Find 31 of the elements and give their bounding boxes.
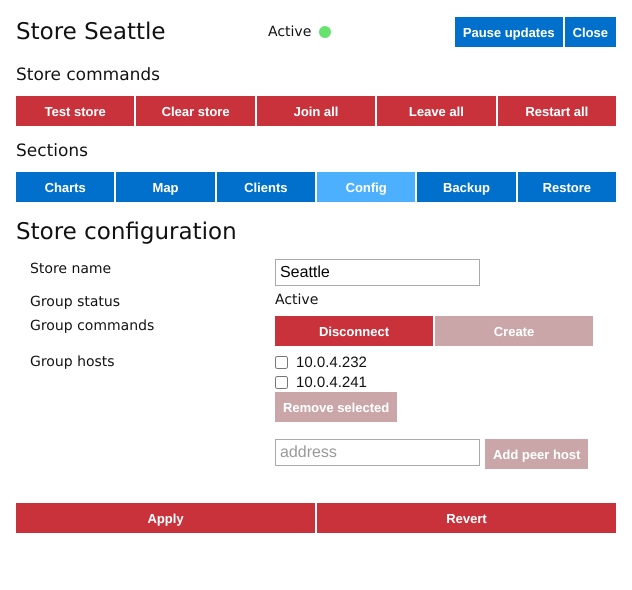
section-tab[interactable]: Clients — [216, 172, 315, 202]
command-button[interactable]: Leave all — [377, 96, 496, 126]
command-button[interactable]: Test store — [16, 96, 134, 126]
field-label: Group commands — [30, 317, 156, 336]
status-text: Active — [268, 24, 312, 40]
section-heading: Sections — [16, 140, 90, 163]
section-tab[interactable]: Backup — [417, 172, 516, 202]
host-checkbox[interactable] — [275, 376, 288, 388]
command-button[interactable]: Join all — [256, 96, 376, 126]
footer-button[interactable]: Apply — [16, 503, 315, 533]
page-title: Store Seattle — [16, 19, 167, 45]
section-tab[interactable]: Restore — [518, 172, 616, 202]
footer-button[interactable]: Revert — [317, 503, 616, 533]
config-heading: Store configuration — [16, 218, 238, 247]
command-button[interactable]: Restart all — [498, 96, 616, 126]
command-button[interactable]: Clear store — [136, 96, 255, 126]
section-heading: Store commands — [16, 64, 162, 87]
host-checkbox[interactable] — [275, 356, 288, 368]
group-command-button[interactable]: Disconnect — [275, 316, 433, 346]
host-address: 10.0.4.241 — [296, 374, 367, 390]
host-address: 10.0.4.232 — [296, 354, 367, 370]
field-label: Store name — [30, 260, 112, 279]
field-label: Group status — [30, 293, 122, 310]
store-name-field[interactable]: Seattle — [275, 259, 480, 286]
section-tab[interactable]: Map — [116, 172, 215, 202]
group-status-value: Active — [275, 292, 320, 310]
address-field[interactable]: address — [275, 439, 480, 466]
section-tab[interactable]: Charts — [16, 172, 114, 202]
header-button[interactable]: Pause updates — [454, 17, 563, 47]
header-button[interactable]: Close — [564, 17, 616, 47]
field-label: Group hosts — [30, 353, 116, 372]
